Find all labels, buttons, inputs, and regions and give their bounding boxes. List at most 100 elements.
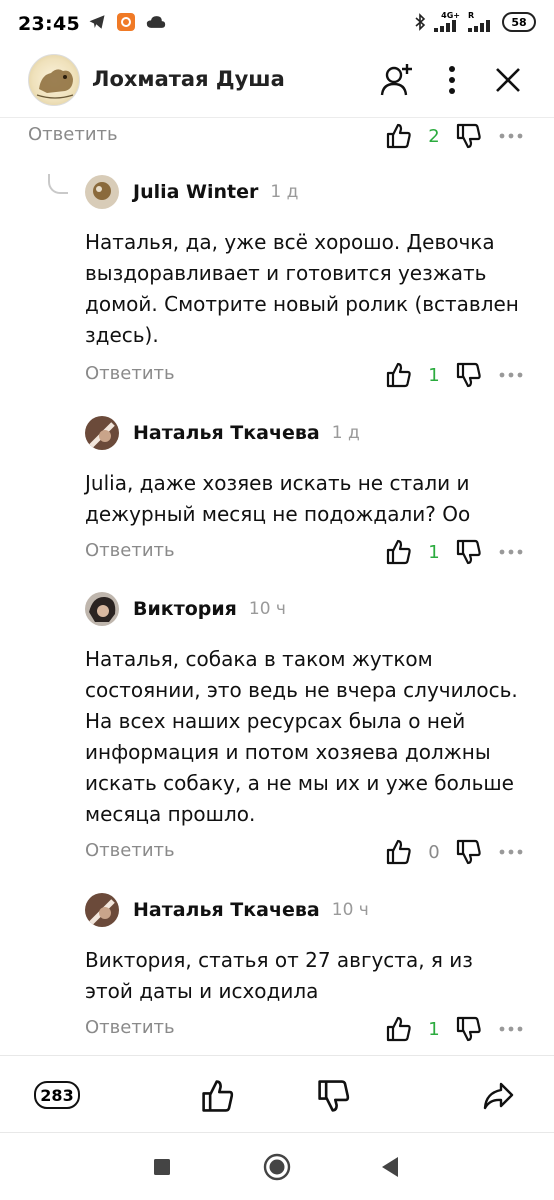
comment-more-button[interactable] <box>494 121 528 151</box>
roaming-label: R <box>468 11 475 20</box>
thumbs-down-icon <box>456 539 481 565</box>
close-button[interactable] <box>486 58 530 102</box>
like-count: 1 <box>428 541 440 563</box>
thumbs-up-icon <box>386 362 411 388</box>
cloud-icon <box>146 16 166 28</box>
thumbs-down-icon <box>456 362 481 388</box>
comment-text: Виктория, статья от 27 августа, я из это… <box>85 948 473 1003</box>
dislike-button[interactable] <box>454 360 484 390</box>
like-button[interactable] <box>384 360 414 390</box>
dislike-button[interactable] <box>454 537 484 567</box>
avatar[interactable] <box>85 893 119 927</box>
battery-indicator: 58 <box>502 12 536 32</box>
share-button[interactable] <box>478 1076 518 1116</box>
avatar-image <box>85 175 119 209</box>
comment-author[interactable]: Виктория <box>133 598 237 620</box>
avatar-image <box>85 893 119 927</box>
reply-link[interactable]: Ответить <box>85 540 175 561</box>
recents-button[interactable] <box>147 1152 177 1182</box>
comment-more-button[interactable] <box>494 1014 528 1044</box>
comment: Julia Winter 1 д Наталья, да, уже всё хо… <box>85 175 525 351</box>
dislike-button[interactable] <box>454 837 484 867</box>
thumbs-down-icon <box>456 1016 481 1042</box>
comment-time: 1 д <box>331 423 360 443</box>
comment-author[interactable]: Наталья Ткачева <box>133 899 320 921</box>
square-icon <box>154 1159 170 1175</box>
thumbs-up-icon <box>386 539 411 565</box>
channel-logo[interactable] <box>28 54 80 106</box>
app-notification-icon <box>117 13 135 31</box>
kebab-icon <box>449 66 455 94</box>
signal-icon-2 <box>468 20 490 32</box>
more-dots-icon <box>499 549 523 555</box>
network-type-label: 4G+ <box>441 11 460 20</box>
comment-author[interactable]: Наталья Ткачева <box>133 422 320 444</box>
like-count: 1 <box>428 364 440 386</box>
more-dots-icon <box>499 372 523 378</box>
avatar[interactable] <box>85 416 119 450</box>
dislike-button[interactable] <box>454 1014 484 1044</box>
thumbs-down-icon <box>456 123 481 149</box>
comment-actions-row: Ответить 1 <box>0 1011 554 1047</box>
subscribe-button[interactable] <box>375 58 419 102</box>
reply-link[interactable]: Ответить <box>28 124 118 145</box>
thumbs-up-icon <box>386 1016 411 1042</box>
status-bar: 23:45 4G+ R 58 <box>0 0 554 48</box>
article-action-bar: 283 <box>0 1055 554 1133</box>
comment-text: Наталья, собака в таком жутком состоянии… <box>85 647 518 826</box>
thread-connector <box>48 174 68 194</box>
dislike-button[interactable] <box>454 121 484 151</box>
more-dots-icon <box>499 1026 523 1032</box>
comment-actions-row: Ответить 2 <box>0 118 554 154</box>
comment: Наталья Ткачева 1 д Julia, даже хозяев и… <box>85 416 525 530</box>
thumbs-up-icon <box>386 839 411 865</box>
comment-actions-row: Ответить 0 <box>0 834 554 870</box>
close-icon <box>496 68 520 92</box>
avatar[interactable] <box>85 592 119 626</box>
channel-header: Лохматая Душа <box>0 48 554 118</box>
comment-text: Наталья, да, уже всё хорошо. Девочка выз… <box>85 230 519 347</box>
like-count: 1 <box>428 1018 440 1040</box>
bluetooth-icon <box>415 13 426 31</box>
comment-more-button[interactable] <box>494 837 528 867</box>
system-nav-bar <box>0 1134 554 1200</box>
reply-link[interactable]: Ответить <box>85 1017 175 1038</box>
channel-title[interactable]: Лохматая Душа <box>92 67 285 91</box>
avatar[interactable] <box>85 175 119 209</box>
like-button[interactable] <box>384 121 414 151</box>
more-menu-button[interactable] <box>430 58 474 102</box>
avatar-image <box>85 592 119 626</box>
comment-actions-row: Ответить 1 <box>0 357 554 393</box>
comment-more-button[interactable] <box>494 360 528 390</box>
comment: Наталья Ткачева 10 ч Виктория, статья от… <box>85 893 525 1007</box>
like-button[interactable] <box>384 837 414 867</box>
home-circle-icon <box>263 1153 291 1181</box>
like-count: 2 <box>428 125 440 147</box>
home-button[interactable] <box>262 1152 292 1182</box>
article-dislike-button[interactable] <box>314 1076 354 1116</box>
reply-link[interactable]: Ответить <box>85 363 175 384</box>
dog-logo-icon <box>36 69 74 99</box>
share-icon <box>483 1082 514 1110</box>
back-button[interactable] <box>375 1152 405 1182</box>
comment-time: 1 д <box>270 182 299 202</box>
like-button[interactable] <box>384 1014 414 1044</box>
comment-time: 10 ч <box>331 900 369 920</box>
back-triangle-icon <box>382 1157 398 1177</box>
comment-time: 10 ч <box>248 599 286 619</box>
telegram-icon <box>89 15 105 29</box>
article-like-button[interactable] <box>198 1076 238 1116</box>
like-button[interactable] <box>384 537 414 567</box>
add-user-icon <box>380 64 412 96</box>
like-count: 0 <box>428 841 440 863</box>
comment: Виктория 10 ч Наталья, собака в таком жу… <box>85 592 525 830</box>
comment-actions-row: Ответить 1 <box>0 534 554 570</box>
comment-text: Julia, даже хозяев искать не стали и деж… <box>85 471 471 526</box>
avatar-image <box>85 416 119 450</box>
status-time: 23:45 <box>18 13 80 35</box>
comments-count-button[interactable]: 283 <box>34 1081 80 1109</box>
more-dots-icon <box>499 133 523 139</box>
comment-author[interactable]: Julia Winter <box>133 181 258 203</box>
comment-more-button[interactable] <box>494 537 528 567</box>
reply-link[interactable]: Ответить <box>85 840 175 861</box>
